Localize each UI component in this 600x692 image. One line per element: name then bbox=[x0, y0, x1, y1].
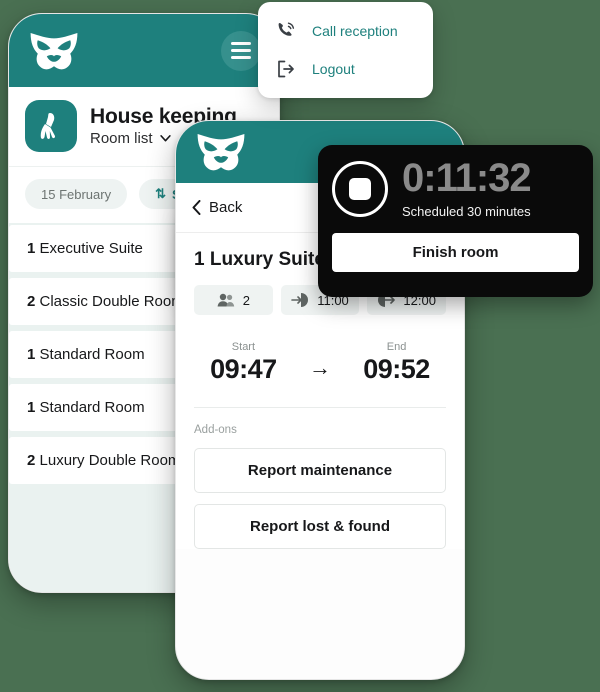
start-label: Start bbox=[231, 341, 256, 353]
room-name: Classic Double Room bbox=[39, 293, 184, 310]
menu-item-logout[interactable]: Logout bbox=[258, 50, 433, 88]
broom-icon bbox=[25, 100, 77, 152]
timer-elapsed: 0:11:32 bbox=[402, 156, 532, 200]
back-button[interactable]: Back bbox=[192, 199, 242, 216]
room-count: 1 bbox=[27, 346, 36, 363]
room-name: Standard Room bbox=[39, 399, 145, 416]
time-arrow-icon: → bbox=[308, 355, 331, 380]
room-name: Luxury Double Room bbox=[39, 452, 181, 469]
raccoon-head-logo-icon bbox=[27, 30, 81, 72]
logout-arrow-icon bbox=[276, 59, 296, 79]
room-list-label: Room list bbox=[90, 130, 153, 147]
date-filter-chip[interactable]: 15 February bbox=[25, 179, 128, 209]
back-label: Back bbox=[209, 199, 243, 216]
timer-scheduled-label: Scheduled 30 minutes bbox=[402, 204, 531, 219]
left-phone-topbar bbox=[9, 14, 279, 87]
sort-updown-icon: ⇅ bbox=[155, 186, 166, 201]
timer-card-front: 0:11:32 Scheduled 30 minutes Finish room bbox=[318, 145, 593, 297]
cleaning-times: Start 09:47 → End 09:52 bbox=[194, 341, 446, 385]
room-count: 1 bbox=[27, 399, 36, 416]
room-count: 1 bbox=[27, 240, 36, 257]
room-name: Executive Suite bbox=[39, 240, 143, 257]
section-divider bbox=[194, 407, 446, 408]
menu-item-label: Logout bbox=[312, 61, 355, 77]
room-count: 2 bbox=[27, 293, 36, 310]
start-value: 09:47 bbox=[210, 354, 277, 384]
start-time: Start 09:47 bbox=[210, 341, 277, 385]
chevron-left-icon bbox=[192, 200, 201, 215]
menu-item-label: Call reception bbox=[312, 23, 398, 39]
stop-icon[interactable] bbox=[332, 160, 388, 217]
hamburger-menu-icon[interactable] bbox=[221, 30, 261, 71]
mockup-stage: House keeping Room list 15 February ⇅ So… bbox=[0, 0, 600, 692]
phone-ring-icon bbox=[276, 21, 296, 41]
end-time: End 09:52 bbox=[363, 341, 430, 385]
report-maintenance-button[interactable]: Report maintenance bbox=[194, 448, 446, 493]
chevron-down-icon bbox=[159, 135, 171, 142]
guests-icon bbox=[217, 293, 234, 307]
guests-value: 2 bbox=[242, 292, 250, 308]
addons-label: Add-ons bbox=[194, 424, 237, 436]
menu-item-call-reception[interactable]: Call reception bbox=[258, 12, 433, 50]
end-value: 09:52 bbox=[363, 354, 430, 384]
guests-badge: 2 bbox=[194, 285, 273, 315]
end-label: End bbox=[386, 341, 407, 353]
account-menu-popover: Call reception Logout bbox=[258, 2, 433, 98]
room-name: Standard Room bbox=[39, 346, 145, 363]
report-lost-found-button[interactable]: Report lost & found bbox=[194, 504, 446, 549]
raccoon-head-logo-icon bbox=[194, 131, 248, 173]
check-in-icon bbox=[291, 293, 309, 307]
room-count: 2 bbox=[27, 452, 36, 469]
finish-room-button[interactable]: Finish room bbox=[332, 233, 579, 272]
